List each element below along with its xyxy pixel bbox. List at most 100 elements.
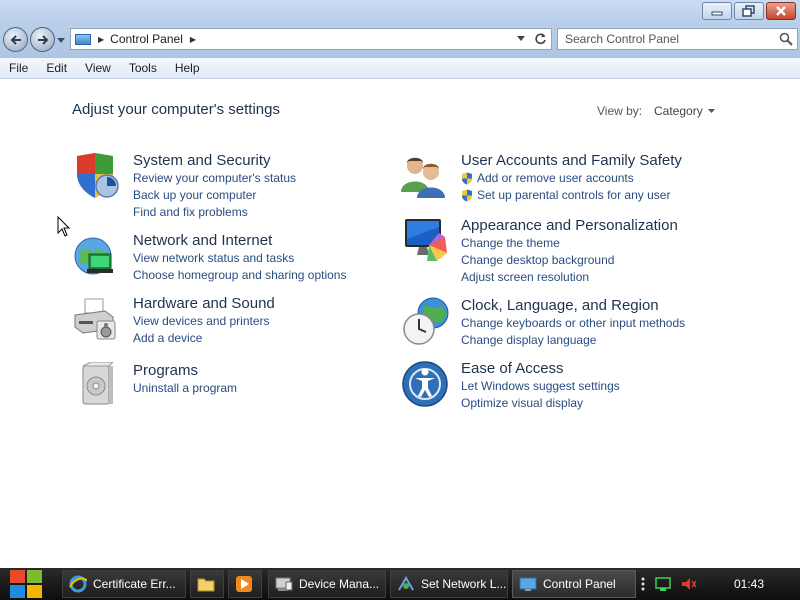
category-title-link[interactable]: Clock, Language, and Region	[461, 297, 761, 315]
folder-icon	[197, 578, 215, 592]
breadcrumb-control-panel[interactable]: Control Panel	[110, 32, 183, 46]
forward-button[interactable]	[30, 27, 55, 52]
task-link[interactable]: Change display language	[461, 332, 761, 349]
show-hidden-icons-icon[interactable]	[640, 576, 646, 592]
task-link[interactable]: Choose homegroup and sharing options	[133, 267, 433, 284]
address-dropdown-icon[interactable]	[517, 34, 526, 43]
task-link[interactable]: Optimize visual display	[461, 395, 761, 412]
search-icon[interactable]	[779, 32, 793, 46]
navigation-bar: ▶ Control Panel ▶	[0, 26, 800, 58]
task-link[interactable]: View devices and printers	[133, 313, 433, 330]
ie-icon	[69, 575, 87, 593]
task-link-label: Set up parental controls for any user	[477, 188, 671, 202]
menu-view[interactable]: View	[76, 61, 120, 75]
task-link[interactable]: Uninstall a program	[133, 380, 433, 397]
task-link[interactable]: Change desktop background	[461, 252, 761, 269]
task-link-label: Add or remove user accounts	[477, 171, 634, 185]
chevron-down-icon	[707, 109, 715, 113]
ease-of-access-icon[interactable]	[401, 360, 449, 408]
menu-edit[interactable]: Edit	[37, 61, 76, 75]
category-title-link[interactable]: System and Security	[133, 152, 433, 170]
category-text: Network and Internet View network status…	[133, 232, 433, 284]
menu-tools[interactable]: Tools	[120, 61, 166, 75]
breadcrumb-separator-icon[interactable]: ▶	[190, 35, 196, 44]
task-link[interactable]: Add a device	[133, 330, 433, 347]
task-link[interactable]: Add or remove user accounts	[461, 170, 761, 187]
category-title-link[interactable]: Ease of Access	[461, 360, 761, 378]
users-icon[interactable]	[401, 152, 449, 200]
task-link[interactable]: Adjust screen resolution	[461, 269, 761, 286]
minimize-button[interactable]	[702, 2, 732, 20]
task-link[interactable]: Change the theme	[461, 235, 761, 252]
taskbar-item-control-panel[interactable]: Control Panel	[512, 570, 636, 598]
category-title-link[interactable]: Appearance and Personalization	[461, 217, 761, 235]
control-panel-content: Adjust your computer's settings View by:…	[0, 80, 800, 568]
taskbar-item-set-network-location[interactable]: Set Network L...	[390, 570, 508, 598]
network-status-icon[interactable]	[654, 576, 672, 592]
category-text: Ease of Access Let Windows suggest setti…	[461, 360, 761, 412]
category-text: Programs Uninstall a program	[133, 362, 433, 397]
category-title-link[interactable]: Network and Internet	[133, 232, 433, 250]
category-text: User Accounts and Family Safety Add or r…	[461, 152, 761, 204]
search-input[interactable]	[558, 32, 768, 46]
address-bar[interactable]: ▶ Control Panel ▶	[70, 28, 552, 50]
category-text: Appearance and Personalization Change th…	[461, 217, 761, 286]
category-text: System and Security Review your computer…	[133, 152, 433, 221]
window-controls	[702, 2, 796, 20]
restore-icon	[742, 5, 755, 17]
close-icon	[776, 6, 786, 16]
category-title-link[interactable]: Programs	[133, 362, 433, 380]
volume-muted-icon[interactable]	[680, 576, 698, 592]
task-link[interactable]: View network status and tasks	[133, 250, 433, 267]
view-by-dropdown[interactable]: Category	[654, 104, 716, 118]
window-titlebar[interactable]	[0, 0, 800, 26]
printer-icon[interactable]	[73, 295, 121, 343]
refresh-icon[interactable]	[534, 32, 547, 45]
taskbar-item-device-manager[interactable]: Device Mana...	[268, 570, 386, 598]
task-link[interactable]: Back up your computer	[133, 187, 433, 204]
taskbar-item-media-player[interactable]	[228, 570, 262, 598]
shield-icon[interactable]	[73, 152, 121, 200]
category-text: Hardware and Sound View devices and prin…	[133, 295, 433, 347]
taskbar: Certificate Err... Device Mana... Set Ne…	[0, 568, 800, 600]
close-button[interactable]	[766, 2, 796, 20]
task-link[interactable]: Set up parental controls for any user	[461, 187, 761, 204]
view-by-value: Category	[654, 104, 703, 118]
taskbar-item-explorer[interactable]	[190, 570, 224, 598]
start-button[interactable]	[8, 569, 44, 599]
search-box[interactable]	[557, 28, 798, 50]
arrow-left-icon	[10, 34, 21, 45]
taskbar-item-label: Certificate Err...	[93, 577, 176, 591]
recent-pages-dropdown[interactable]	[57, 36, 66, 45]
back-button[interactable]	[3, 27, 28, 52]
control-panel-icon	[519, 577, 537, 591]
taskbar-item-ie[interactable]: Certificate Err...	[62, 570, 186, 598]
menu-file[interactable]: File	[0, 61, 37, 75]
taskbar-clock[interactable]: 01:43	[734, 577, 764, 591]
taskbar-item-label: Control Panel	[543, 577, 616, 591]
task-link[interactable]: Change keyboards or other input methods	[461, 315, 761, 332]
monitor-icon[interactable]	[401, 217, 449, 265]
address-actions	[517, 32, 547, 45]
control-panel-icon	[75, 33, 91, 45]
mouse-cursor-icon	[57, 216, 71, 237]
menu-help[interactable]: Help	[166, 61, 209, 75]
view-by-label: View by:	[597, 104, 643, 118]
clock-globe-icon[interactable]	[401, 297, 449, 345]
category-title-link[interactable]: User Accounts and Family Safety	[461, 152, 761, 170]
system-tray	[640, 568, 698, 600]
menu-bar: File Edit View Tools Help	[0, 58, 800, 79]
task-link[interactable]: Find and fix problems	[133, 204, 433, 221]
task-link[interactable]: Review your computer's status	[133, 170, 433, 187]
breadcrumb-separator-icon[interactable]: ▶	[98, 35, 104, 44]
category-title-link[interactable]: Hardware and Sound	[133, 295, 433, 313]
restore-button[interactable]	[734, 2, 764, 20]
network-icon[interactable]	[73, 232, 121, 280]
taskbar-item-label: Set Network L...	[421, 577, 507, 591]
minimize-icon	[711, 11, 723, 16]
task-link[interactable]: Let Windows suggest settings	[461, 378, 761, 395]
uac-shield-icon	[462, 189, 472, 202]
network-location-icon	[398, 576, 414, 591]
programs-icon[interactable]	[73, 362, 121, 410]
category-text: Clock, Language, and Region Change keybo…	[461, 297, 761, 349]
